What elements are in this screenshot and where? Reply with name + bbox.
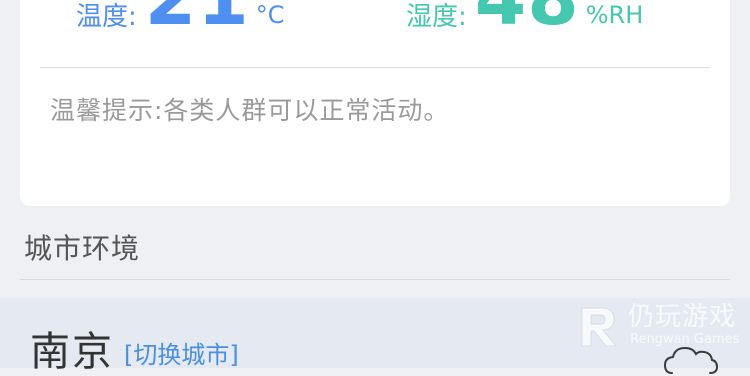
temperature-unit: °C (255, 1, 285, 29)
watermark-logo-icon (581, 307, 618, 347)
watermark-text: 仍玩游戏 (628, 302, 737, 332)
section-divider (20, 279, 730, 280)
health-tip: 温馨提示:各类人群可以正常活动。 (50, 96, 450, 125)
switch-city-link[interactable]: [切换城市] (124, 340, 239, 370)
card-divider (40, 67, 710, 68)
humidity-label: 湿度: (406, 2, 467, 32)
air-quality-card: 温度: 21 °C 湿度: 48 %RH 温馨提示:各类人群可以正常活动。 (20, 0, 730, 206)
city-name: 南京 (30, 329, 114, 375)
temperature-value: 21 (145, 0, 250, 36)
temperature-label: 温度: (76, 2, 137, 32)
humidity-reading: 湿度: 48 %RH (406, 0, 643, 36)
cloud-icon (664, 346, 718, 374)
temperature-reading: 温度: 21 °C (76, 0, 285, 36)
humidity-value: 48 (475, 0, 580, 36)
humidity-unit: %RH (585, 1, 644, 29)
section-title-city-environment: 城市环境 (24, 232, 141, 265)
